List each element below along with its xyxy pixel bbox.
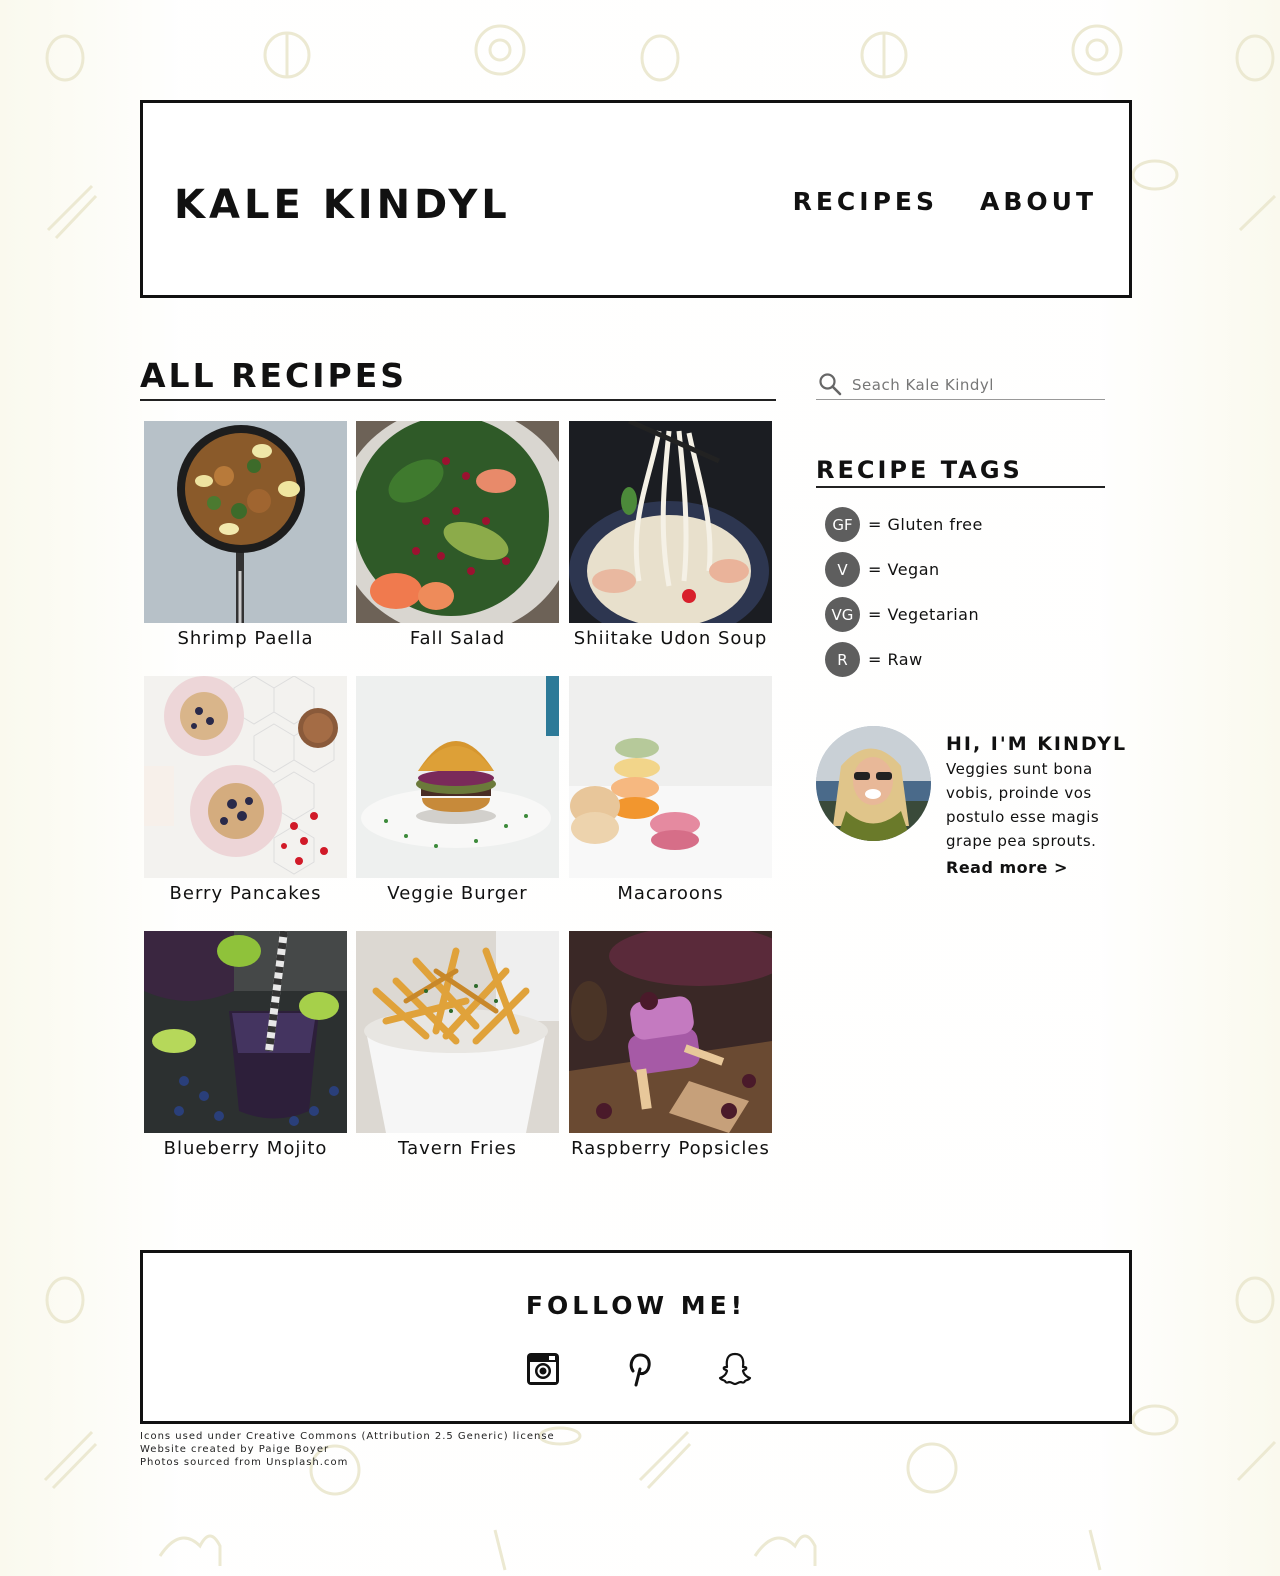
- recipe-caption[interactable]: Macaroons: [559, 881, 782, 907]
- site-footer: FOLLOW ME!: [140, 1250, 1132, 1424]
- recipe-caption[interactable]: Raspberry Popsicles: [559, 1136, 782, 1162]
- recipe-card-blueberry-mojito[interactable]: Blueberry Mojito: [144, 931, 347, 1171]
- recipe-caption[interactable]: Berry Pancakes: [134, 881, 357, 907]
- fall-salad-photo[interactable]: [356, 421, 559, 623]
- tag-vegetarian[interactable]: VG = Vegetarian: [825, 597, 983, 632]
- footer-credits: Icons used under Creative Commons (Attri…: [140, 1430, 555, 1469]
- blueberry-mojito-photo[interactable]: [144, 931, 347, 1133]
- recipe-card-fall-salad[interactable]: Fall Salad: [356, 421, 559, 661]
- search-bar: [816, 368, 1105, 400]
- credit-line: Website created by Paige Boyer: [140, 1444, 330, 1455]
- tavern-fries-photo[interactable]: [356, 931, 559, 1133]
- tag-badge: VG: [825, 597, 860, 632]
- snapchat-icon[interactable]: [715, 1349, 755, 1389]
- site-header: KALE KINDYL RECIPES ABOUT: [140, 100, 1132, 298]
- about-title: HI, I'M KINDYL: [946, 733, 1128, 755]
- pinterest-icon[interactable]: [619, 1349, 659, 1389]
- follow-title: FOLLOW ME!: [525, 1291, 747, 1320]
- recipe-card-shrimp-paella[interactable]: Shrimp Paella: [144, 421, 347, 661]
- udon-soup-photo[interactable]: [569, 421, 772, 623]
- tag-badge: GF: [825, 507, 860, 542]
- recipe-card-macaroons[interactable]: Macaroons: [569, 676, 772, 916]
- recipe-caption[interactable]: Fall Salad: [346, 626, 569, 652]
- search-icon[interactable]: [818, 372, 842, 396]
- tag-label: = Vegan: [868, 560, 940, 579]
- credit-line: Icons used under Creative Commons (Attri…: [140, 1431, 555, 1442]
- macaroons-photo[interactable]: [569, 676, 772, 878]
- recipe-caption[interactable]: Blueberry Mojito: [134, 1136, 357, 1162]
- tag-badge: R: [825, 642, 860, 677]
- nav-recipes[interactable]: RECIPES: [793, 187, 938, 217]
- tag-badge: V: [825, 552, 860, 587]
- all-recipes-title: ALL RECIPES: [140, 356, 776, 401]
- avatar: [816, 726, 931, 841]
- recipe-caption[interactable]: Shiitake Udon Soup: [559, 626, 782, 652]
- veggie-burger-photo[interactable]: [356, 676, 559, 878]
- recipe-card-raspberry-popsicles[interactable]: Raspberry Popsicles: [569, 931, 772, 1171]
- instagram-icon[interactable]: [523, 1349, 563, 1389]
- recipe-grid: Shrimp Paella Fall Salad Shiitake Udon S…: [144, 421, 772, 1173]
- tag-raw[interactable]: R = Raw: [825, 642, 983, 677]
- recipe-tags-title: RECIPE TAGS: [816, 454, 1105, 488]
- nav-about[interactable]: ABOUT: [980, 187, 1097, 217]
- site-logo[interactable]: KALE KINDYL: [174, 183, 511, 227]
- shrimp-paella-photo[interactable]: [144, 421, 347, 623]
- about-text: Veggies sunt bona vobis, proinde vos pos…: [946, 760, 1100, 850]
- recipe-caption[interactable]: Veggie Burger: [346, 881, 569, 907]
- raspberry-popsicles-photo[interactable]: [569, 931, 772, 1133]
- main-nav: RECIPES ABOUT: [793, 187, 1097, 217]
- recipe-caption[interactable]: Shrimp Paella: [134, 626, 357, 652]
- recipe-card-shiitake-udon-soup[interactable]: Shiitake Udon Soup: [569, 421, 772, 661]
- read-more-link[interactable]: Read more >: [946, 856, 1068, 880]
- tag-gluten-free[interactable]: GF = Gluten free: [825, 507, 983, 542]
- tag-label: = Raw: [868, 650, 923, 669]
- credit-line: Photos sourced from Unsplash.com: [140, 1457, 349, 1468]
- recipe-card-berry-pancakes[interactable]: Berry Pancakes: [144, 676, 347, 916]
- recipe-caption[interactable]: Tavern Fries: [346, 1136, 569, 1162]
- recipe-card-tavern-fries[interactable]: Tavern Fries: [356, 931, 559, 1171]
- tag-label: = Gluten free: [868, 515, 983, 534]
- search-input[interactable]: [850, 372, 1104, 398]
- berry-pancakes-photo[interactable]: [144, 676, 347, 878]
- social-links: [523, 1349, 755, 1389]
- recipe-card-veggie-burger[interactable]: Veggie Burger: [356, 676, 559, 916]
- recipe-tags-list: GF = Gluten free V = Vegan VG = Vegetari…: [825, 507, 983, 687]
- tag-vegan[interactable]: V = Vegan: [825, 552, 983, 587]
- tag-label: = Vegetarian: [868, 605, 980, 624]
